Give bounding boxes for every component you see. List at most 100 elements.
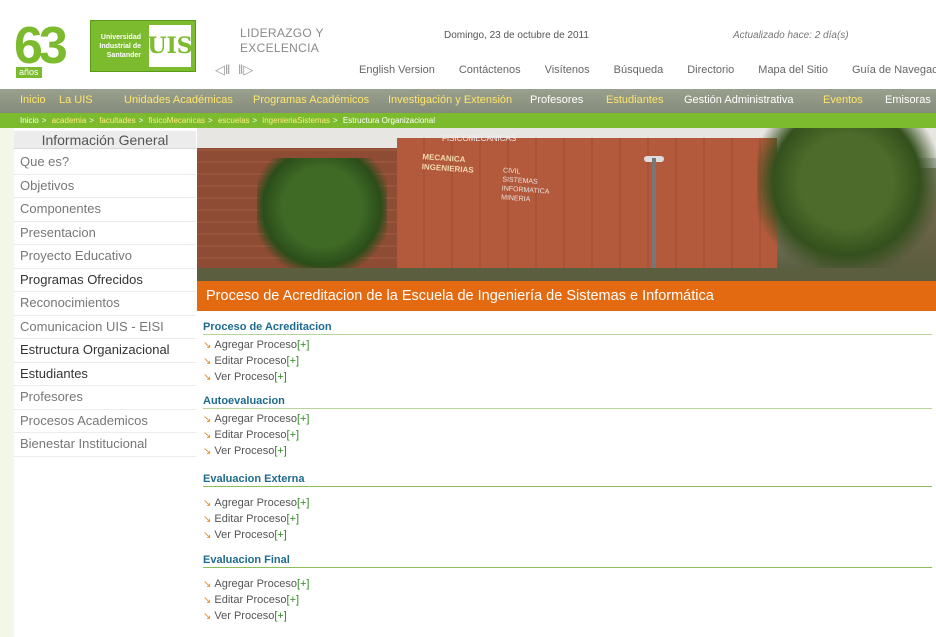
nav-item-inicio[interactable]: Inicio <box>20 94 46 106</box>
plus-link[interactable]: [+] <box>297 578 310 590</box>
breadcrumb: Inicio > academia > facultades > fisicoMeca… <box>0 113 936 128</box>
editar-proceso-link[interactable]: ↘ Editar Proceso[+] <box>203 428 932 444</box>
motto: LIDERAZGO Y EXCELENCIA <box>240 26 350 56</box>
uis-logo[interactable]: Universidad Industrial de Santander UIS <box>90 20 196 72</box>
plus-link[interactable]: [+] <box>297 497 310 509</box>
section-autoevaluacion: Autoevaluacion ↘ Agregar Proceso[+] ↘ Edit… <box>203 394 932 460</box>
logo-years-label: años <box>16 67 42 78</box>
link-text: Editar Proceso <box>214 594 287 606</box>
sidebar-item-estudiantes[interactable]: Estudiantes <box>14 363 196 386</box>
sidebar-item-procesos[interactable]: Procesos Academicos <box>14 410 196 433</box>
section-evaluacion-final: Evaluacion Final ↘ Agregar Proceso[+] ↘ Ed… <box>203 553 932 625</box>
prev-arrow-icon[interactable]: ◁‖ <box>215 62 230 78</box>
link-text: Agregar Proceso <box>214 413 297 425</box>
sidebar-item-objetivos[interactable]: Objetivos <box>14 175 196 198</box>
agregar-proceso-link[interactable]: ↘ Agregar Proceso[+] <box>203 412 932 428</box>
ver-proceso-link[interactable]: ↘ Ver Proceso[+] <box>203 370 932 386</box>
nav-item-emisoras[interactable]: Emisoras <box>885 94 931 106</box>
top-link-guia[interactable]: Guía de Navegació <box>852 64 936 76</box>
ver-proceso-link[interactable]: ↘ Ver Proceso[+] <box>203 528 932 544</box>
banner-sign-sub: CIVIL SISTEMAS INFORMATICA MINERIA <box>501 166 551 205</box>
sidebar-item-reconocimientos[interactable]: Reconocimientos <box>14 292 196 316</box>
top-link-directorio[interactable]: Directorio <box>687 64 734 76</box>
breadcrumb-item[interactable]: ingenieriaSistemas <box>262 116 330 125</box>
plus-link[interactable]: [+] <box>297 413 310 425</box>
motto-line: LIDERAZGO Y <box>240 26 324 40</box>
arrow-icon: ↘ <box>203 514 212 525</box>
current-date: Domingo, 23 de octubre de 2011 <box>444 30 589 41</box>
sidebar-item-proyecto-educativo[interactable]: Proyecto Educativo <box>14 245 196 269</box>
link-text: Editar Proceso <box>214 355 287 367</box>
breadcrumb-separator: > <box>138 116 144 125</box>
uis-logo-line: Universidad <box>100 33 141 41</box>
next-arrow-icon[interactable]: ‖▷ <box>238 62 253 78</box>
breadcrumb-item[interactable]: escuelas <box>218 116 250 125</box>
arrow-icon: ↘ <box>203 579 212 590</box>
uis-logo-line: Industrial de <box>99 42 141 50</box>
plus-link[interactable]: [+] <box>287 429 300 441</box>
banner-sign-main: MECANICA INGENIERIAS <box>421 152 474 176</box>
breadcrumb-item[interactable]: fisicoMecanicas <box>149 116 205 125</box>
sidebar-item-estructura[interactable]: Estructura Organizacional <box>14 339 196 363</box>
plus-link[interactable]: [+] <box>274 445 287 457</box>
plus-link[interactable]: [+] <box>274 371 287 383</box>
editar-proceso-link[interactable]: ↘ Editar Proceso[+] <box>203 512 932 528</box>
ver-proceso-link[interactable]: ↘ Ver Proceso[+] <box>203 444 932 460</box>
sidebar-item-bienestar[interactable]: Bienestar Institucional <box>14 433 196 457</box>
arrow-icon: ↘ <box>203 498 212 509</box>
breadcrumb-item[interactable]: academia <box>52 116 87 125</box>
plus-link[interactable]: [+] <box>287 594 300 606</box>
anniversary-logo[interactable]: 63 años <box>14 18 78 78</box>
plus-link[interactable]: [+] <box>287 355 300 367</box>
nav-item-eventos[interactable]: Eventos <box>823 94 863 106</box>
link-text: Agregar Proceso <box>214 578 297 590</box>
plus-link[interactable]: [+] <box>274 529 287 541</box>
sidebar-item-comunicacion[interactable]: Comunicacion UIS - EISI <box>14 316 196 339</box>
plus-link[interactable]: [+] <box>287 513 300 525</box>
link-text: Ver Proceso <box>214 529 275 541</box>
breadcrumb-separator: > <box>41 116 47 125</box>
section-proceso-acreditacion: Proceso de Acreditacion ↘ Agregar Proceso… <box>203 320 932 386</box>
top-link-busqueda[interactable]: Búsqueda <box>614 64 664 76</box>
page-title: Proceso de Acreditacion de la Escuela de… <box>197 281 936 311</box>
top-link-mapa[interactable]: Mapa del Sitio <box>758 64 828 76</box>
nav-item-gestion[interactable]: Gestión Administrativa <box>684 94 793 106</box>
nav-item-programas[interactable]: Programas Académicos <box>253 94 369 106</box>
agregar-proceso-link[interactable]: ↘ Agregar Proceso[+] <box>203 577 932 593</box>
breadcrumb-item[interactable]: facultades <box>99 116 135 125</box>
section-links: ↘ Agregar Proceso[+] ↘ Editar Proceso[+] ↘… <box>203 568 932 625</box>
top-links: English Version Contáctenos Visítenos Bú… <box>359 64 936 76</box>
banner-image: FISICOMECANICAS MECANICA INGENIERIAS CIV… <box>197 128 936 281</box>
banner-sign-top: FISICOMECANICAS <box>442 134 517 143</box>
breadcrumb-item[interactable]: Inicio <box>20 116 39 125</box>
section-links: ↘ Agregar Proceso[+] ↘ Editar Proceso[+] ↘… <box>203 487 932 544</box>
agregar-proceso-link[interactable]: ↘ Agregar Proceso[+] <box>203 496 932 512</box>
sidebar-item-programas-ofrecidos[interactable]: Programas Ofrecidos <box>14 269 196 292</box>
arrow-icon: ↘ <box>203 414 212 425</box>
nav-item-investigacion[interactable]: Investigación y Extensión <box>388 94 512 106</box>
last-updated: Actualizado hace: 2 día(s) <box>733 30 849 41</box>
ver-proceso-link[interactable]: ↘ Ver Proceso[+] <box>203 609 932 625</box>
nav-item-la-uis[interactable]: La UIS <box>59 94 93 106</box>
arrow-icon: ↘ <box>203 530 212 541</box>
nav-item-estudiantes[interactable]: Estudiantes <box>606 94 663 106</box>
agregar-proceso-link[interactable]: ↘ Agregar Proceso[+] <box>203 338 932 354</box>
sidebar-item-componentes[interactable]: Componentes <box>14 198 196 222</box>
arrow-icon: ↘ <box>203 611 212 622</box>
editar-proceso-link[interactable]: ↘ Editar Proceso[+] <box>203 593 932 609</box>
section-heading: Evaluacion Final <box>203 553 932 568</box>
section-heading: Evaluacion Externa <box>203 472 932 487</box>
nav-item-profesores[interactable]: Profesores <box>530 94 583 106</box>
sidebar-title: Información General <box>14 131 196 149</box>
sidebar-item-profesores[interactable]: Profesores <box>14 386 196 410</box>
plus-link[interactable]: [+] <box>274 610 287 622</box>
plus-link[interactable]: [+] <box>297 339 310 351</box>
banner-tree <box>757 128 936 281</box>
top-link-contactenos[interactable]: Contáctenos <box>459 64 521 76</box>
editar-proceso-link[interactable]: ↘ Editar Proceso[+] <box>203 354 932 370</box>
nav-item-unidades[interactable]: Unidades Académicas <box>124 94 233 106</box>
top-link-english[interactable]: English Version <box>359 64 435 76</box>
sidebar-item-que-es[interactable]: Que es? <box>14 151 196 175</box>
top-link-visitenos[interactable]: Visítenos <box>545 64 590 76</box>
sidebar-item-presentacion[interactable]: Presentacion <box>14 222 196 245</box>
